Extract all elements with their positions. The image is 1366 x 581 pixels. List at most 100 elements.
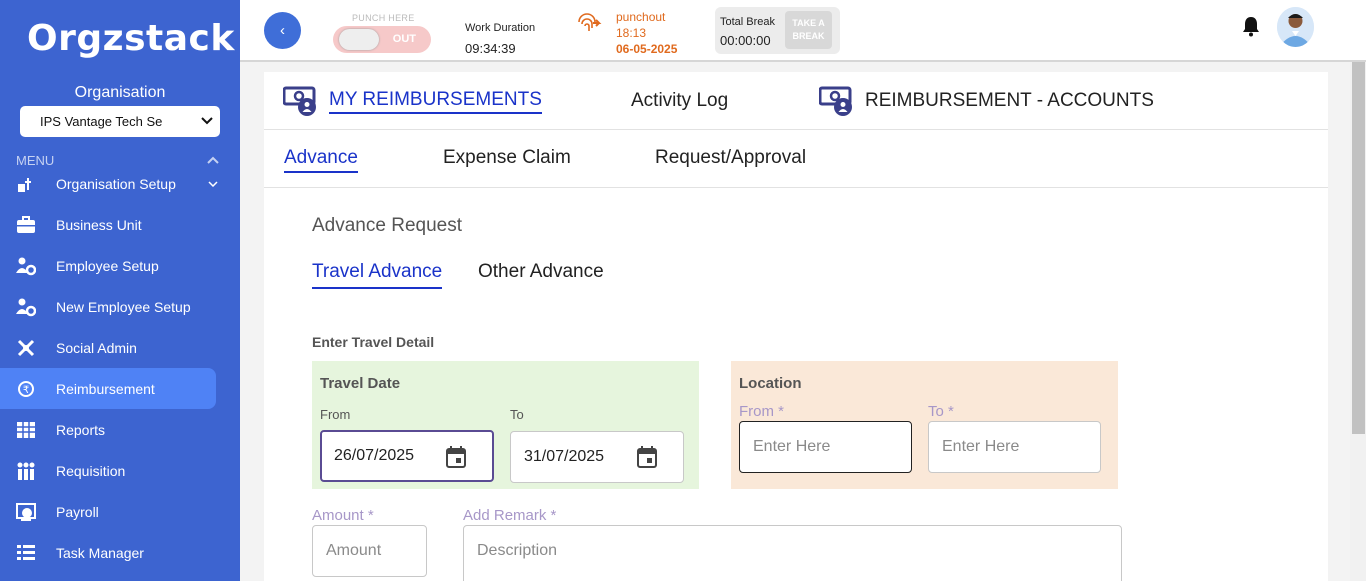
location-box: Location From * To * Enter Here Enter He… xyxy=(731,361,1118,489)
punchout-time: 18:13 xyxy=(616,26,647,40)
main-tabs: MY REIMBURSEMENTS Activity Log REIMBURSE… xyxy=(264,72,1328,130)
social-icon xyxy=(17,339,35,356)
user-avatar-icon xyxy=(1277,7,1314,47)
sidebar-item-label: Business Unit xyxy=(56,216,142,233)
location-from-input[interactable]: Enter Here xyxy=(739,421,912,473)
avatar[interactable] xyxy=(1277,7,1314,47)
sidebar-item-new-employee-setup[interactable]: New Employee Setup xyxy=(0,286,216,327)
svg-text:₹: ₹ xyxy=(23,385,29,396)
sidebar-item-requisition[interactable]: Requisition xyxy=(0,450,216,491)
sub-tabs: Advance Expense Claim Request/Approval xyxy=(264,130,1328,188)
calendar-icon[interactable] xyxy=(637,446,657,468)
advance-request-title: Advance Request xyxy=(312,215,462,236)
tab-advance[interactable]: Advance xyxy=(284,147,358,173)
sidebar: Orgzstack Organisation IPS Vantage Tech … xyxy=(0,0,240,581)
punchout-label: punchout xyxy=(616,10,666,24)
toggle-knob xyxy=(339,29,379,50)
work-duration-value: 09:34:39 xyxy=(465,41,516,56)
tab-activity-log[interactable]: Activity Log xyxy=(631,72,728,130)
amount-label: Amount * xyxy=(312,507,374,524)
back-button[interactable]: ‹ xyxy=(264,12,301,49)
sidebar-item-task-manager[interactable]: Task Manager xyxy=(0,532,216,573)
sidebar-item-label: Requisition xyxy=(56,462,126,479)
tab-label: Activity Log xyxy=(631,90,729,111)
briefcase-icon xyxy=(17,215,35,233)
list-icon xyxy=(17,544,35,560)
sidebar-item-label: Payroll xyxy=(56,503,99,520)
total-break-label: Total Break xyxy=(720,16,776,28)
team-icon xyxy=(17,462,35,480)
tab-label: MY REIMBURSEMENTS xyxy=(329,89,542,114)
sidebar-item-business-unit[interactable]: Business Unit xyxy=(0,204,216,245)
money-icon: ₹ xyxy=(18,380,34,397)
fingerprint-icon xyxy=(578,13,602,31)
travel-date-title: Travel Date xyxy=(320,375,401,392)
from-date-field[interactable]: 26/07/2025 xyxy=(320,430,494,482)
from-date-label: From xyxy=(320,407,351,422)
organisation-label: Organisation xyxy=(74,84,166,101)
location-from-label: From * xyxy=(739,403,784,420)
sidebar-item-payroll[interactable]: Payroll xyxy=(0,491,216,532)
reimbursement-user-icon xyxy=(283,86,316,116)
org-setup-icon xyxy=(18,177,31,192)
remark-placeholder: Description xyxy=(477,542,558,559)
top-header: ‹ PUNCH HERE OUT Work Duration 09:34:39 … xyxy=(240,0,1366,62)
tab-other-advance[interactable]: Other Advance xyxy=(478,261,604,287)
tab-expense-claim[interactable]: Expense Claim xyxy=(443,147,571,171)
amount-placeholder: Amount xyxy=(326,542,382,559)
remark-label: Add Remark * xyxy=(463,507,557,524)
sidebar-item-social-admin[interactable]: Social Admin xyxy=(0,327,216,368)
sidebar-item-label: Task Manager xyxy=(56,544,144,561)
total-break-box: Total Break 00:00:00 TAKE A BREAK xyxy=(715,7,840,54)
punchout-date: 06-05-2025 xyxy=(616,42,678,56)
location-title: Location xyxy=(739,375,802,392)
logo: Orgzstack xyxy=(27,18,235,59)
sidebar-item-label: Reports xyxy=(56,421,106,438)
total-break-value: 00:00:00 xyxy=(720,33,771,48)
tab-my-reimbursements[interactable]: MY REIMBURSEMENTS xyxy=(283,72,542,130)
tab-request-approval[interactable]: Request/Approval xyxy=(655,147,806,171)
punch-label: PUNCH HERE xyxy=(352,13,415,23)
sidebar-item-reports[interactable]: Reports xyxy=(0,409,216,450)
people-gear-icon xyxy=(16,257,36,275)
organisation-select[interactable]: IPS Vantage Tech Se xyxy=(20,106,220,137)
location-to-placeholder: Enter Here xyxy=(942,438,1020,455)
chevron-down-icon xyxy=(201,117,213,125)
sidebar-item-label: New Employee Setup xyxy=(56,298,191,315)
punch-state: OUT xyxy=(392,33,416,45)
chevron-left-icon: ‹ xyxy=(280,22,285,39)
sidebar-item-reimbursement[interactable]: ₹ Reimbursement xyxy=(0,368,216,409)
calendar-icon[interactable] xyxy=(446,446,466,468)
remark-textarea[interactable]: Description xyxy=(463,525,1122,581)
sidebar-item-organisation-setup[interactable]: Organisation Setup xyxy=(0,163,218,204)
travel-date-box: Travel Date From To 26/07/2025 31/07/202… xyxy=(312,361,699,489)
chevron-down-icon xyxy=(208,180,218,187)
sidebar-item-label: Organisation Setup xyxy=(56,175,176,192)
people-gear-icon xyxy=(16,298,36,316)
main-panel: MY REIMBURSEMENTS Activity Log REIMBURSE… xyxy=(264,72,1328,581)
sidebar-item-label: Employee Setup xyxy=(56,257,159,274)
sidebar-item-label: Social Admin xyxy=(56,339,137,356)
amount-input[interactable]: Amount xyxy=(312,525,427,577)
reimbursement-user-icon xyxy=(819,86,852,116)
take-break-button[interactable]: TAKE A BREAK xyxy=(785,11,832,49)
scrollbar-thumb[interactable] xyxy=(1352,62,1365,434)
payroll-icon xyxy=(16,502,36,521)
location-to-label: To * xyxy=(928,403,954,420)
tab-label: REIMBURSEMENT - ACCOUNTS xyxy=(865,90,1154,111)
bell-icon[interactable] xyxy=(1241,15,1261,37)
location-to-input[interactable]: Enter Here xyxy=(928,421,1101,473)
from-date-value: 26/07/2025 xyxy=(334,447,415,464)
grid-icon xyxy=(17,421,35,438)
to-date-label: To xyxy=(510,407,524,422)
tab-reimbursement-accounts[interactable]: REIMBURSEMENT - ACCOUNTS xyxy=(819,72,1154,130)
tab-travel-advance[interactable]: Travel Advance xyxy=(312,261,443,289)
punch-toggle[interactable]: OUT xyxy=(333,26,431,53)
location-from-placeholder: Enter Here xyxy=(753,438,831,455)
to-date-value: 31/07/2025 xyxy=(524,448,605,465)
sidebar-item-employee-setup[interactable]: Employee Setup xyxy=(0,245,216,286)
sidebar-item-label: Reimbursement xyxy=(56,380,155,397)
work-duration-label: Work Duration xyxy=(465,22,536,34)
travel-detail-title: Enter Travel Detail xyxy=(312,334,435,350)
to-date-field[interactable]: 31/07/2025 xyxy=(510,431,684,483)
